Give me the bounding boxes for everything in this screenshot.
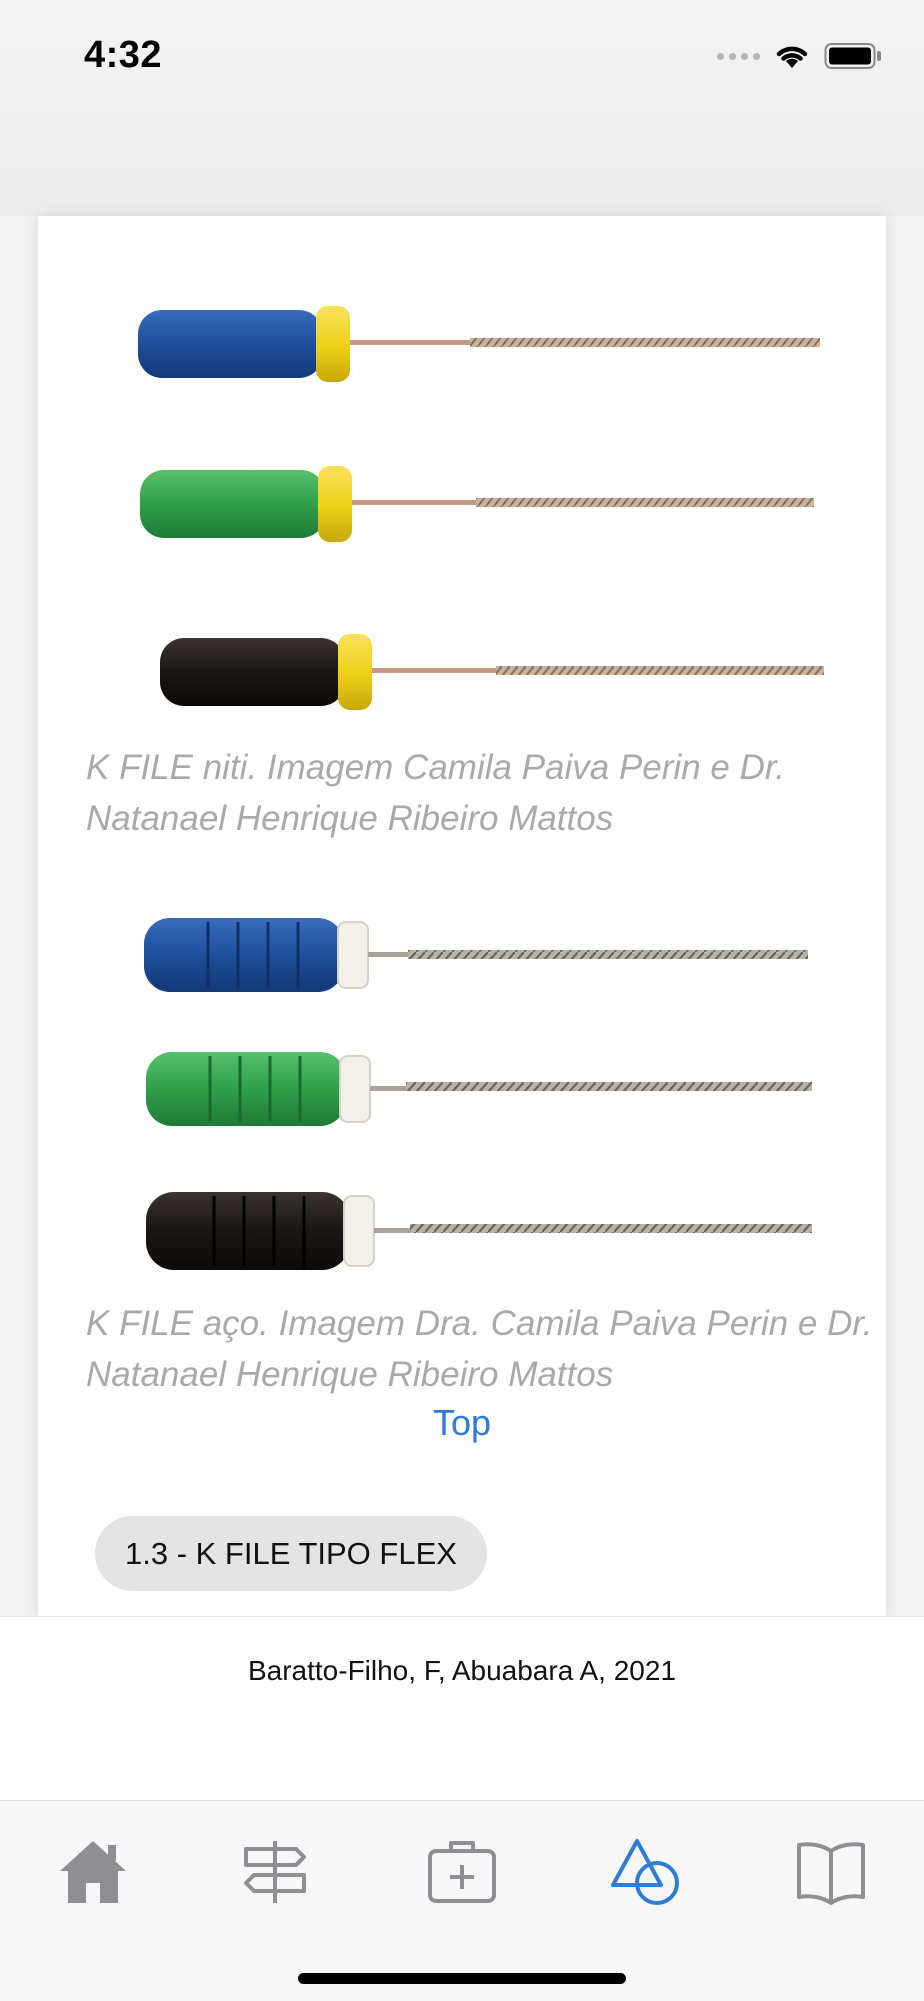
file-black-niti bbox=[160, 634, 824, 710]
status-time: 4:32 bbox=[84, 34, 163, 76]
tab-book[interactable] bbox=[786, 1827, 876, 1917]
signpost-icon bbox=[244, 1841, 306, 1903]
home-icon bbox=[60, 1841, 126, 1903]
file-green-aco bbox=[146, 1052, 812, 1126]
k-file-aco-image bbox=[144, 918, 812, 1270]
wifi-icon bbox=[776, 46, 808, 68]
file-blue-niti bbox=[138, 306, 820, 382]
content-card: K FILE niti. Imagem Camila Paiva Perin e… bbox=[38, 216, 886, 1616]
section-button-k-file-tipo-flex[interactable]: 1.3 - K FILE TIPO FLEX bbox=[95, 1516, 487, 1591]
credit-text: Baratto-Filho, F, Abuabara A, 2021 bbox=[247, 1655, 677, 1686]
file-black-aco bbox=[146, 1192, 812, 1270]
file-blue-aco bbox=[144, 918, 808, 992]
book-icon bbox=[797, 1842, 865, 1905]
caption-k-file-niti: K FILE niti. Imagem Camila Paiva Perin e… bbox=[86, 748, 785, 838]
battery-icon bbox=[824, 43, 881, 69]
tab-bar bbox=[0, 1800, 924, 2001]
tab-shapes[interactable] bbox=[601, 1827, 691, 1917]
tab-home[interactable] bbox=[48, 1827, 138, 1917]
medical-kit-icon bbox=[428, 1841, 496, 1903]
status-icons bbox=[717, 42, 882, 70]
tab-signpost[interactable] bbox=[230, 1827, 320, 1917]
credit-area: Baratto-Filho, F, Abuabara A, 2021 bbox=[0, 1616, 924, 1801]
status-bar: 4:32 bbox=[0, 0, 924, 216]
top-link[interactable]: Top bbox=[38, 1402, 886, 1444]
file-green-niti bbox=[140, 466, 814, 542]
home-indicator bbox=[298, 1973, 626, 1984]
tab-medical-kit[interactable] bbox=[417, 1827, 507, 1917]
shapes-icon bbox=[611, 1839, 679, 1905]
cellular-signal-icon bbox=[717, 52, 760, 60]
caption-k-file-aco: K FILE aço. Imagem Dra. Camila Paiva Per… bbox=[86, 1304, 873, 1394]
k-file-niti-image bbox=[138, 306, 824, 710]
